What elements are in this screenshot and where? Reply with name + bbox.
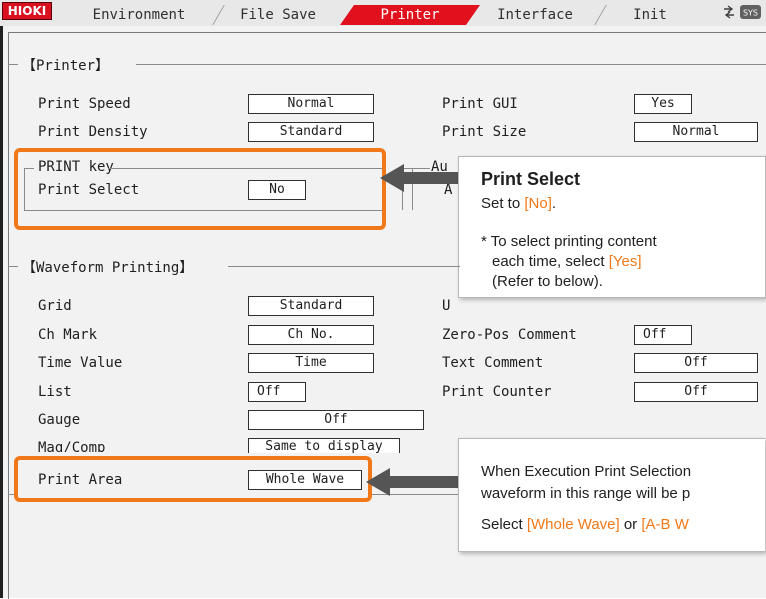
zero-pos-comment-label: Zero-Pos Comment: [442, 327, 577, 343]
upper-label: U: [442, 298, 451, 314]
ch-mark-label: Ch Mark: [38, 327, 98, 343]
callout-line: Set to [No].: [481, 195, 556, 212]
callout-note: each time, select [Yes]: [492, 253, 642, 270]
ch-mark-field[interactable]: Ch No.: [248, 325, 374, 345]
callout-note: * To select printing content: [481, 233, 657, 250]
print-counter-field[interactable]: Off: [634, 382, 758, 402]
callout-value-whole-wave: [Whole Wave]: [526, 516, 620, 533]
callout-text: or: [619, 516, 642, 533]
callout-line: Select [Whole Wave] or [A-B W: [481, 516, 689, 533]
callout-value-ab-wave: [A-B W: [641, 516, 689, 533]
callout-text: Select: [481, 516, 527, 533]
callout-arrow: [380, 164, 460, 192]
print-area-highlight: [14, 456, 372, 502]
tab-environment[interactable]: Environment: [64, 5, 214, 25]
callout-line: waveform in this range will be p: [481, 485, 691, 502]
callout-note: (Refer to below).: [492, 273, 603, 290]
divider: [228, 266, 460, 267]
mag-comp-label: Mag/Comp: [38, 440, 106, 452]
text-comment-label: Text Comment: [442, 355, 544, 371]
print-density-label: Print Density: [38, 124, 148, 140]
callout-text: .: [551, 195, 557, 212]
zero-pos-comment-field[interactable]: Off: [634, 325, 692, 345]
callout-value-no: [No]: [524, 195, 552, 212]
gauge-label: Gauge: [38, 412, 81, 428]
time-value-field[interactable]: Time: [248, 353, 374, 373]
grid-field[interactable]: Standard: [248, 296, 374, 316]
print-gui-label: Print GUI: [442, 96, 518, 112]
print-select-highlight: [14, 148, 386, 230]
print-density-field[interactable]: Standard: [248, 122, 374, 142]
svg-text:SYS: SYS: [743, 9, 758, 18]
tab-printer[interactable]: Printer: [340, 5, 480, 25]
text-comment-field[interactable]: Off: [634, 353, 758, 373]
callout-text: each time, select: [492, 253, 609, 270]
print-speed-label: Print Speed: [38, 96, 131, 112]
system-icon[interactable]: SYS: [722, 3, 762, 21]
mag-comp-field[interactable]: Same to display: [248, 438, 400, 453]
callout-title: Print Select: [481, 169, 581, 189]
gauge-field[interactable]: Off: [248, 410, 424, 430]
print-size-field[interactable]: Normal: [634, 122, 758, 142]
tab-bar: HIOKI Environment File Save Printer Inte…: [0, 0, 766, 28]
tab-file-save[interactable]: File Save: [218, 5, 338, 25]
list-field[interactable]: Off: [248, 382, 306, 402]
print-gui-field[interactable]: Yes: [634, 94, 692, 114]
print-select-callout: Print Select Set to [No]. * To select pr…: [458, 156, 766, 298]
print-counter-label: Print Counter: [442, 384, 552, 400]
divider: [136, 64, 766, 65]
waveform-section-title: 【Waveform Printing】: [22, 260, 194, 276]
print-size-label: Print Size: [442, 124, 527, 140]
hioki-logo: HIOKI: [2, 2, 52, 20]
tab-init[interactable]: Init: [610, 5, 690, 25]
callout-line: When Execution Print Selection: [481, 463, 692, 480]
print-area-callout: When Execution Print Selection waveform …: [458, 438, 765, 552]
callout-text: Set to: [481, 195, 525, 212]
callout-value-yes: [Yes]: [608, 253, 642, 270]
tab-interface[interactable]: Interface: [470, 5, 600, 25]
printer-section-title: 【Printer】: [22, 58, 110, 74]
print-speed-field[interactable]: Normal: [248, 94, 374, 114]
divider: [8, 64, 18, 65]
grid-label: Grid: [38, 298, 72, 314]
list-label: List: [38, 384, 72, 400]
time-value-label: Time Value: [38, 355, 123, 371]
callout-arrow: [366, 468, 460, 496]
divider: [8, 494, 14, 495]
divider: [8, 266, 18, 267]
